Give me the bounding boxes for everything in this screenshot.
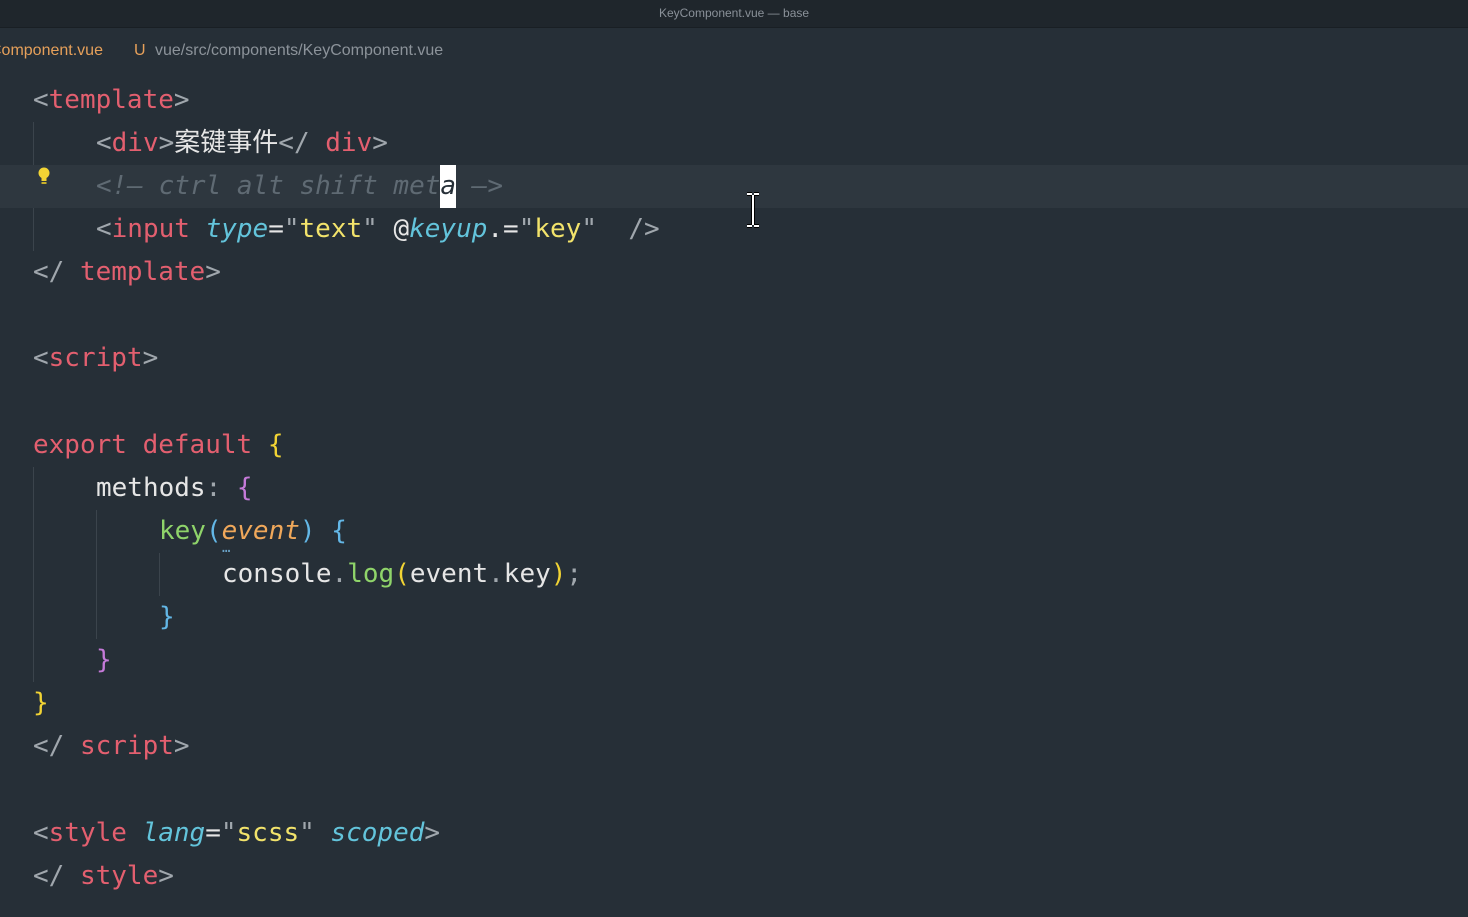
breadcrumb-path[interactable]: vue/src/components/KeyComponent.vue — [155, 42, 443, 60]
code-line[interactable]: <div>案键事件</ div> — [0, 122, 1468, 165]
breadcrumb-file-name[interactable]: Component.vue — [0, 42, 103, 60]
title-bar: KeyComponent.vue — base — [0, 0, 1468, 28]
code-line[interactable]: } — [0, 639, 1468, 682]
code-line[interactable]: <style lang="scss" scoped> — [0, 812, 1468, 855]
code-line[interactable]: </ template> — [0, 251, 1468, 294]
code-line-current[interactable]: <!— ctrl alt shift meta —> — [0, 165, 1468, 208]
code-line[interactable]: </ style> — [0, 855, 1468, 898]
code-editor[interactable]: <template> <div>案键事件</ div> <!— ctrl alt… — [0, 79, 1468, 917]
code-line[interactable]: export default { — [0, 424, 1468, 467]
code-line[interactable]: } — [0, 682, 1468, 725]
code-line[interactable]: <script> — [0, 337, 1468, 380]
code-line[interactable]: <input type="text" @keyup.="key" /> — [0, 208, 1468, 251]
code-line[interactable]: key(event) { — [0, 510, 1468, 553]
code-line[interactable]: methods: { — [0, 467, 1468, 510]
git-status-badge: U — [134, 42, 146, 59]
code-line[interactable]: </ script> — [0, 725, 1468, 768]
code-line[interactable]: <template> — [0, 79, 1468, 122]
ibeam-cursor-icon — [747, 192, 759, 228]
code-line[interactable]: console.log(event.key); — [0, 553, 1468, 596]
window-title: KeyComponent.vue — base — [658, 6, 810, 20]
text-cursor: a — [440, 165, 457, 208]
lightbulb-icon[interactable] — [37, 167, 51, 187]
code-line[interactable]: } — [0, 596, 1468, 639]
